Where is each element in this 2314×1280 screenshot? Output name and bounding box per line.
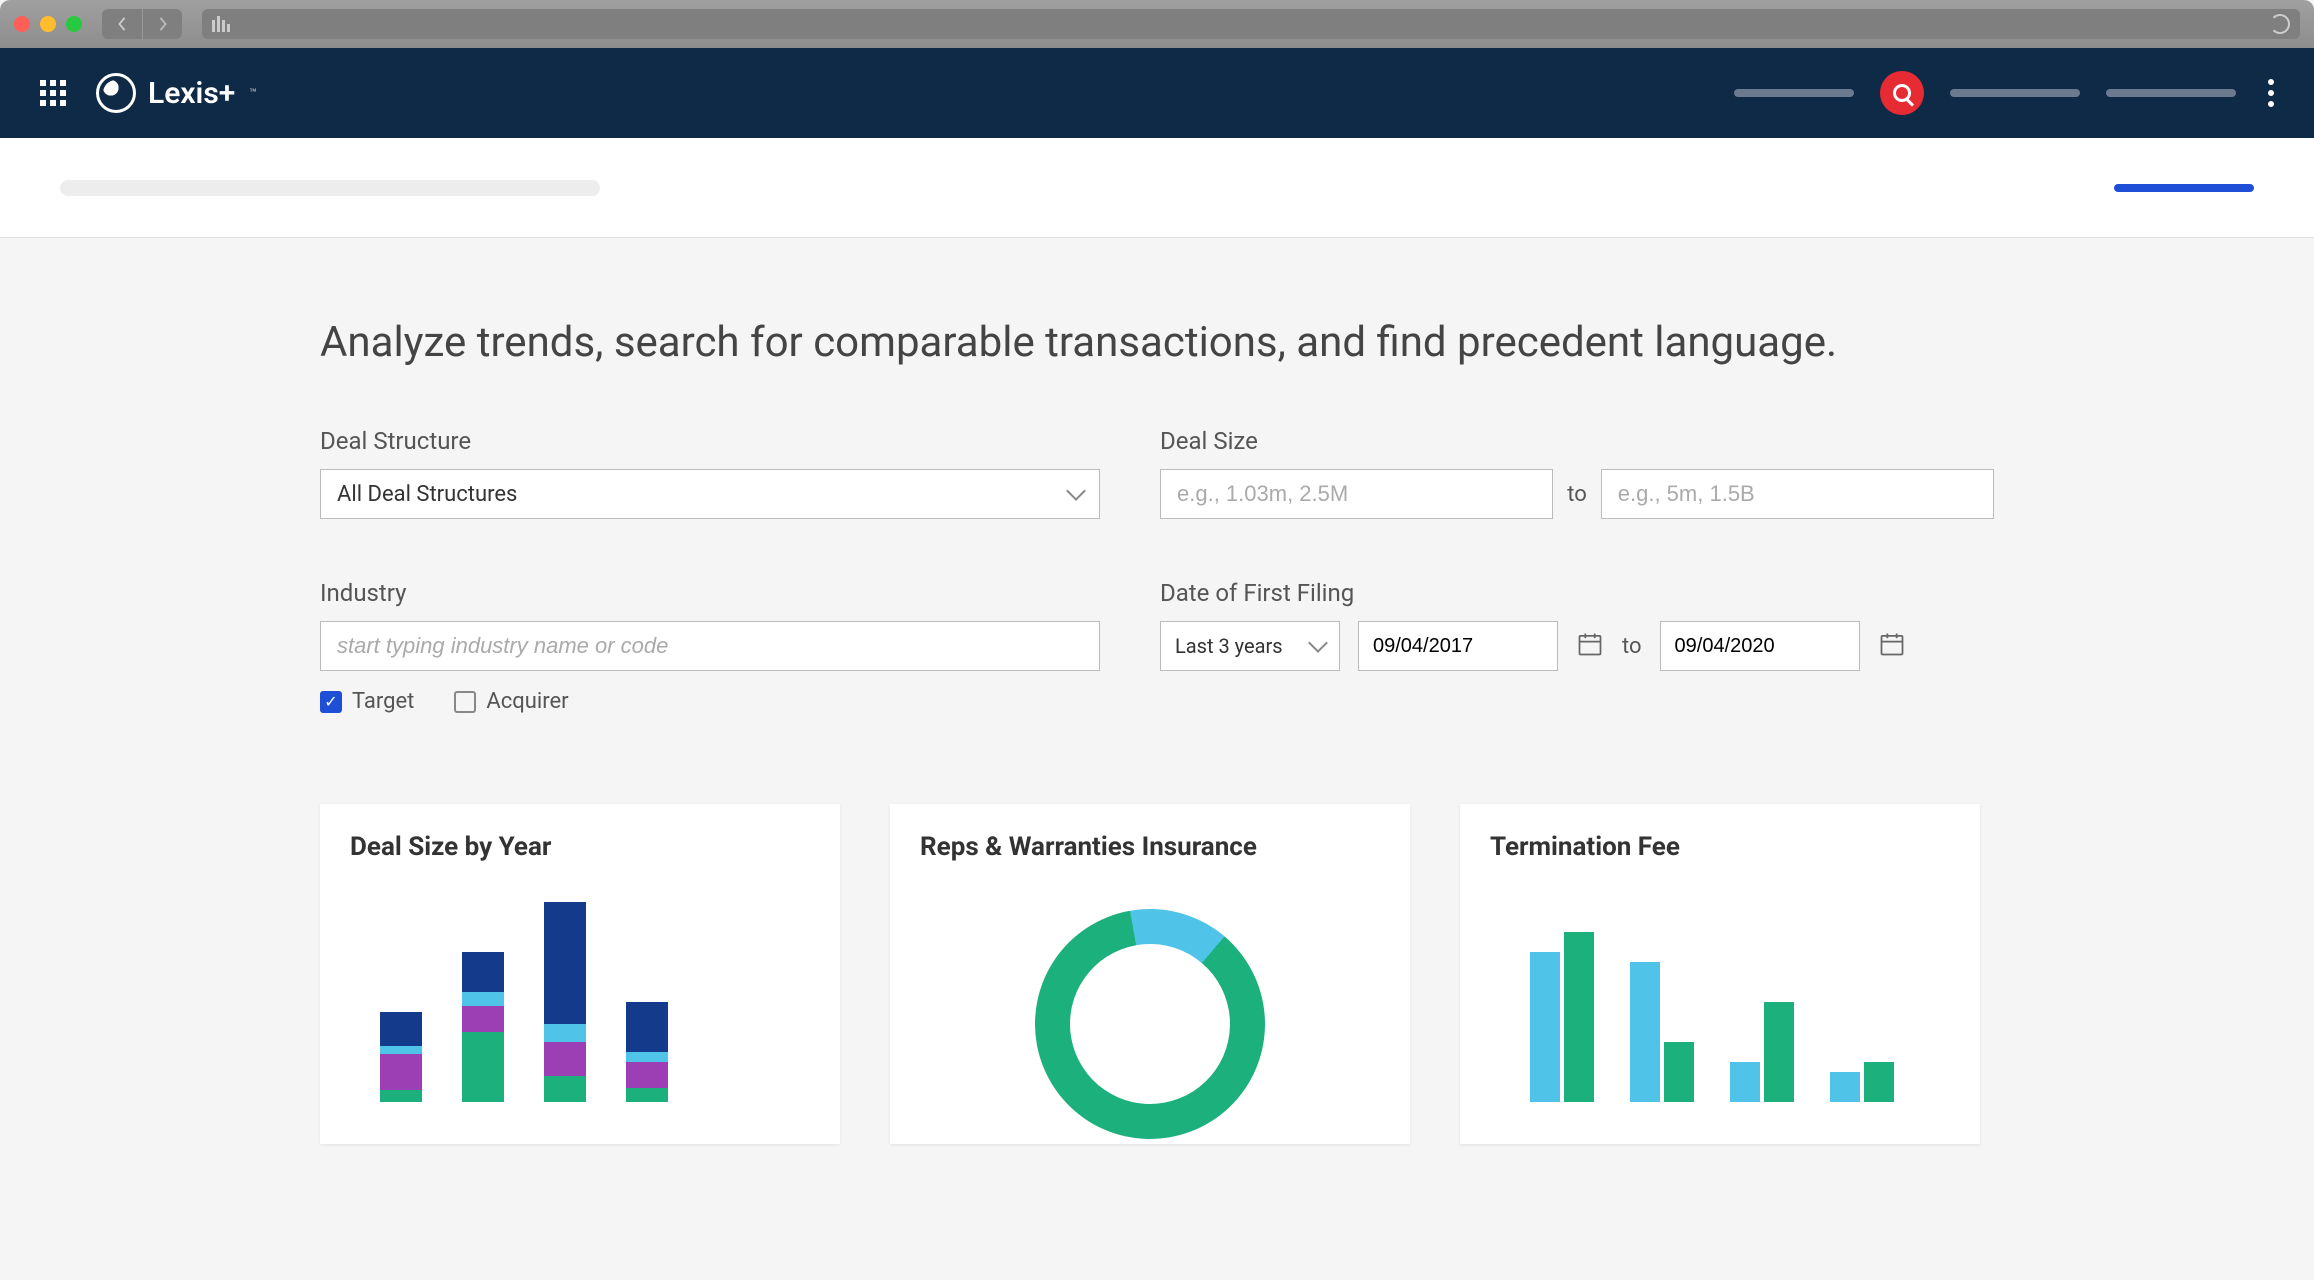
target-checkbox[interactable]: ✓ Target	[320, 689, 414, 714]
brand-name: Lexis+	[148, 76, 235, 111]
search-button[interactable]	[1880, 71, 1924, 115]
deal-size-to-text: to	[1567, 482, 1587, 507]
chart-cards: Deal Size by Year Reps & Warranties Insu…	[320, 804, 1994, 1144]
minimize-window-button[interactable]	[40, 16, 56, 32]
card-title: Deal Size by Year	[350, 832, 810, 862]
traffic-lights	[14, 16, 82, 32]
date-label: Date of First Filing	[1160, 579, 1994, 607]
header-placeholder-1	[1734, 89, 1854, 97]
deal-size-from-input[interactable]	[1160, 469, 1553, 519]
bar	[626, 1002, 668, 1102]
maximize-window-button[interactable]	[66, 16, 82, 32]
date-to-text: to	[1622, 634, 1642, 659]
card-title: Termination Fee	[1490, 832, 1950, 862]
industry-field: Industry ✓ Target Acquirer	[320, 579, 1100, 714]
chevron-down-icon	[1308, 633, 1328, 653]
calendar-icon[interactable]	[1878, 630, 1906, 662]
deal-size-label: Deal Size	[1160, 427, 1994, 455]
bar-pair	[1630, 962, 1694, 1102]
action-placeholder[interactable]	[2114, 184, 2254, 192]
url-bar[interactable]	[202, 9, 2300, 39]
logo-icon	[96, 73, 136, 113]
industry-label: Industry	[320, 579, 1100, 607]
back-button[interactable]	[102, 9, 142, 39]
deal-structure-label: Deal Structure	[320, 427, 1100, 455]
breadcrumb-placeholder	[60, 180, 600, 196]
bar	[462, 952, 504, 1102]
brand-trademark: ™	[249, 86, 257, 100]
app-header: Lexis+ ™	[0, 48, 2314, 138]
deal-structure-select[interactable]: All Deal Structures	[320, 469, 1100, 519]
card-title: Reps & Warranties Insurance	[920, 832, 1380, 862]
bar	[380, 1012, 422, 1102]
bar-pair	[1530, 932, 1594, 1102]
calendar-icon[interactable]	[1576, 630, 1604, 662]
acquirer-checkbox[interactable]: Acquirer	[454, 689, 568, 714]
forward-button[interactable]	[142, 9, 182, 39]
close-window-button[interactable]	[14, 16, 30, 32]
bar	[544, 902, 586, 1102]
sub-header	[0, 138, 2314, 238]
deal-structure-value: All Deal Structures	[337, 482, 517, 507]
bar-pair	[1830, 1062, 1894, 1102]
header-placeholder-2	[1950, 89, 2080, 97]
deal-structure-field: Deal Structure All Deal Structures	[320, 427, 1100, 519]
date-from-input[interactable]	[1358, 621, 1558, 671]
date-range-select[interactable]: Last 3 years	[1160, 621, 1340, 671]
filters-form: Deal Structure All Deal Structures Deal …	[320, 427, 1994, 714]
grouped-bar-chart	[1490, 882, 1950, 1102]
app-launcher-icon[interactable]	[40, 80, 66, 106]
main-content: Analyze trends, search for comparable tr…	[0, 238, 2314, 1184]
card-reps-warranties[interactable]: Reps & Warranties Insurance	[890, 804, 1410, 1144]
bar-pair	[1730, 1002, 1794, 1102]
deal-size-field: Deal Size to	[1160, 427, 1994, 519]
date-to-input[interactable]	[1660, 621, 1860, 671]
nav-buttons	[102, 9, 182, 39]
more-menu-icon[interactable]	[2268, 79, 2274, 107]
reader-icon	[212, 16, 230, 32]
donut-chart	[1017, 891, 1283, 1157]
browser-chrome	[0, 0, 2314, 48]
date-field: Date of First Filing Last 3 years to	[1160, 579, 1994, 714]
target-label: Target	[352, 689, 414, 714]
checkbox-icon	[454, 691, 476, 713]
card-termination-fee[interactable]: Termination Fee	[1460, 804, 1980, 1144]
deal-size-to-input[interactable]	[1601, 469, 1994, 519]
brand-logo[interactable]: Lexis+ ™	[96, 73, 257, 113]
header-placeholder-3	[2106, 89, 2236, 97]
industry-input[interactable]	[320, 621, 1100, 671]
acquirer-label: Acquirer	[486, 689, 568, 714]
reload-icon[interactable]	[2270, 14, 2290, 34]
search-icon	[1893, 84, 1911, 102]
page-headline: Analyze trends, search for comparable tr…	[320, 318, 1994, 367]
checkbox-icon: ✓	[320, 691, 342, 713]
card-deal-size-by-year[interactable]: Deal Size by Year	[320, 804, 840, 1144]
chevron-down-icon	[1066, 481, 1086, 501]
stacked-bar-chart	[350, 882, 810, 1102]
date-range-value: Last 3 years	[1175, 634, 1283, 658]
